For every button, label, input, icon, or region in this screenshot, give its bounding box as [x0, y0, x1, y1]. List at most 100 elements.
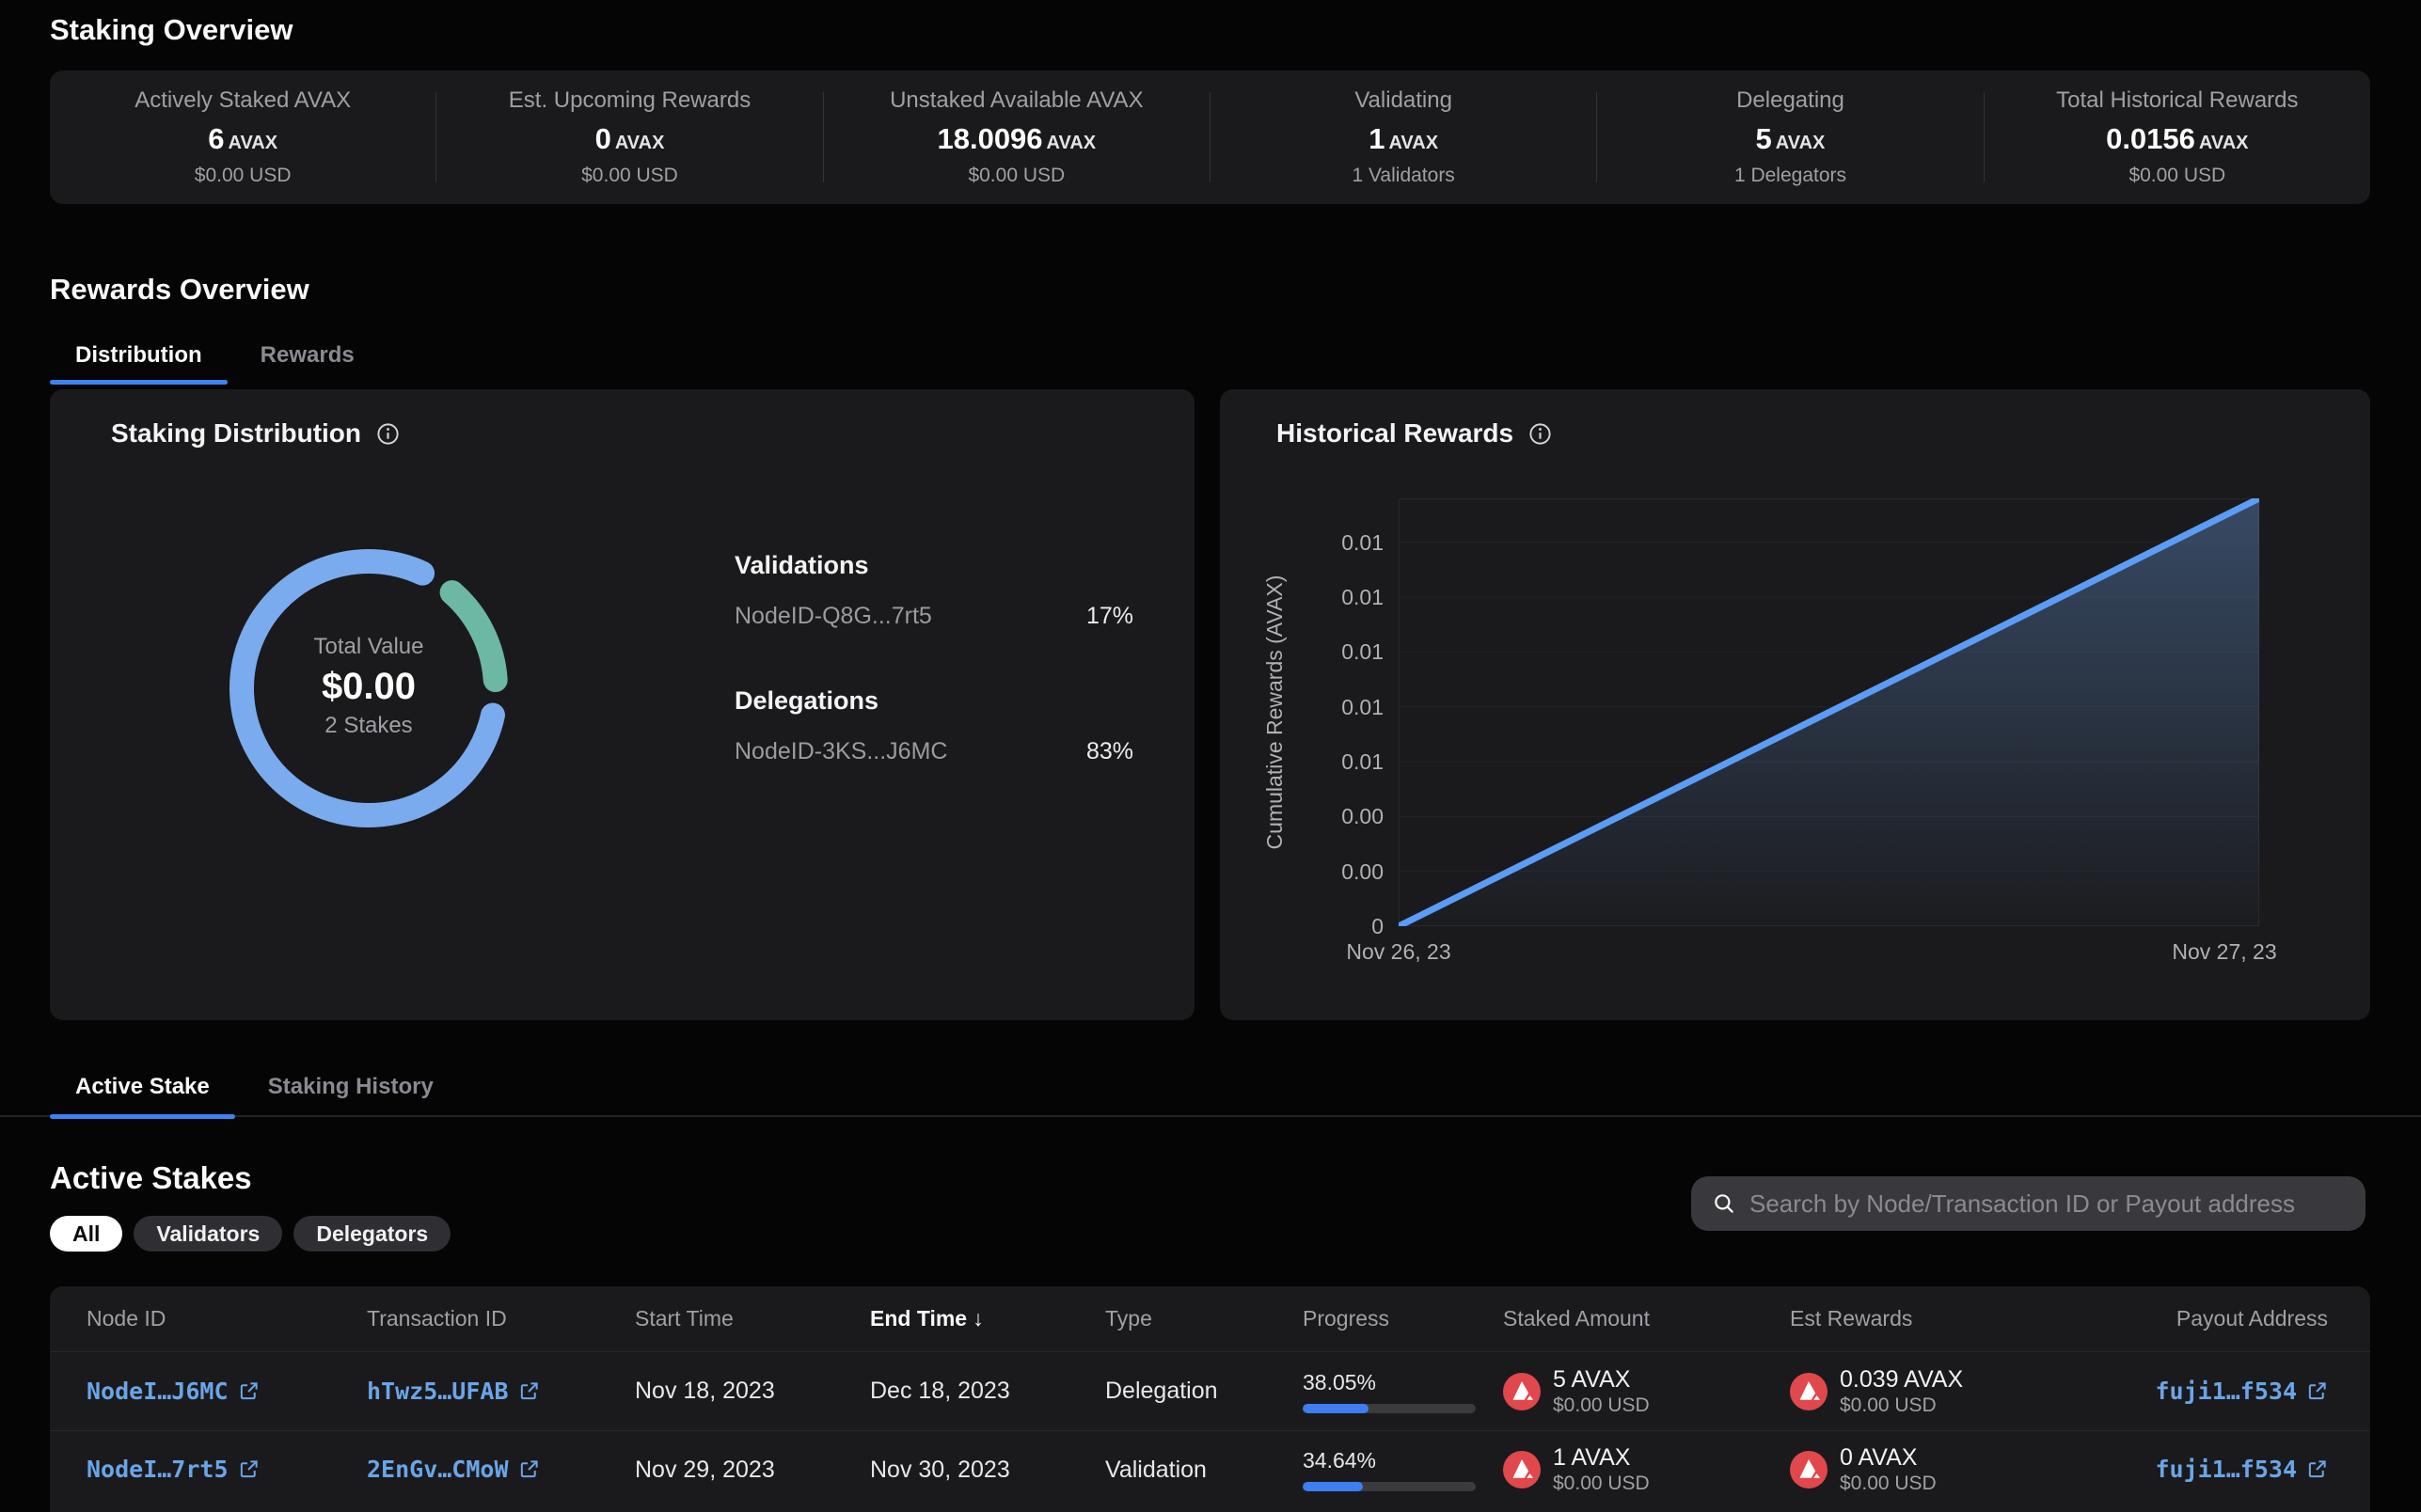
x-axis-label-start: Nov 26, 23	[1319, 939, 1479, 965]
col-transaction-id: Transaction ID	[367, 1306, 635, 1331]
payout-address-link[interactable]: fuji1…f534	[2155, 1456, 2328, 1483]
col-payout-address: Payout Address	[2072, 1306, 2328, 1331]
stat-value: 0.0156AVAX	[2106, 122, 2248, 156]
progress-cell: 38.05%	[1303, 1370, 1503, 1413]
sort-descending-icon: ↓	[973, 1306, 984, 1331]
tab-distribution-label: Distribution	[75, 342, 202, 368]
node-id-link[interactable]: NodeI…J6MC	[87, 1378, 260, 1405]
est-rewards-cell: 0 AVAX$0.00 USD	[1790, 1443, 2072, 1496]
stat-sub: $0.00 USD	[2128, 165, 2225, 187]
col-type: Type	[1105, 1306, 1303, 1331]
col-node-id: Node ID	[87, 1306, 367, 1331]
tab-staking-history-label: Staking History	[268, 1074, 434, 1099]
stat-historical-rewards: Total Historical Rewards 0.0156AVAX $0.0…	[1985, 87, 2370, 187]
progress-cell: 34.64%	[1303, 1448, 1503, 1491]
y-tick-label: 0.01	[1224, 695, 1384, 719]
stat-value: 18.0096AVAX	[937, 122, 1096, 156]
staking-distribution-title: Staking Distribution	[111, 418, 401, 449]
table-header-row: Node ID Transaction ID Start Time End Ti…	[50, 1286, 2370, 1352]
payout-address-link[interactable]: fuji1…f534	[2155, 1378, 2328, 1405]
col-end-time-sorted[interactable]: End Time↓	[870, 1306, 1105, 1331]
est-rewards-cell: 0.039 AVAX$0.00 USD	[1790, 1365, 2072, 1418]
end-time: Nov 30, 2023	[870, 1457, 1105, 1484]
legend-delegations-node: NodeID-3KS...J6MC	[735, 738, 947, 765]
start-time: Nov 18, 2023	[635, 1378, 870, 1405]
tab-distribution[interactable]: Distribution	[50, 337, 228, 385]
stake-filters: All Validators Delegators	[50, 1216, 451, 1252]
staking-dashboard: { "staking_overview": { "title": "Stakin…	[0, 0, 2421, 1510]
filter-delegators[interactable]: Delegators	[293, 1216, 451, 1252]
search-input[interactable]	[1749, 1189, 2345, 1219]
y-tick-label: 0.01	[1224, 749, 1384, 774]
legend-validations-heading: Validations	[735, 551, 1133, 580]
historical-rewards-line-chart	[1399, 498, 2259, 926]
tab-rewards[interactable]: Rewards	[235, 337, 380, 385]
staking-overview-title: Staking Overview	[50, 13, 293, 47]
y-axis-ticks: 00.000.000.010.010.010.010.01	[1220, 498, 1384, 926]
x-axis-label-end: Nov 27, 23	[2144, 939, 2304, 965]
search-bar	[1691, 1176, 2366, 1231]
external-link-icon	[2306, 1458, 2328, 1480]
col-progress: Progress	[1303, 1306, 1503, 1331]
stat-unstaked-available: Unstaked Available AVAX 18.0096AVAX $0.0…	[824, 87, 1210, 187]
active-stakes-heading: Active Stakes	[50, 1160, 252, 1196]
start-time: Nov 29, 2023	[635, 1457, 870, 1484]
search-icon	[1712, 1191, 1736, 1216]
stat-value: 6AVAX	[208, 122, 277, 156]
col-staked-amount: Staked Amount	[1503, 1306, 1790, 1331]
external-link-icon	[238, 1380, 260, 1402]
col-start-time: Start Time	[635, 1306, 870, 1331]
historical-rewards-panel: Historical Rewards Cumulative Rewards (A…	[1220, 389, 2370, 1020]
progress-bar	[1303, 1404, 1476, 1413]
donut-total-value-label: Total Value	[228, 632, 510, 662]
stat-sub: $0.00 USD	[968, 165, 1065, 187]
progress-percent: 34.64%	[1303, 1448, 1503, 1473]
distribution-legend: Validations NodeID-Q8G...7rt5 17% Delega…	[735, 551, 1133, 765]
historical-rewards-title: Historical Rewards	[1276, 418, 1553, 449]
legend-delegations-row: NodeID-3KS...J6MC 83%	[735, 738, 1133, 765]
stakes-tabs: Active Stake Staking History	[0, 1068, 2421, 1117]
stat-value: 1AVAX	[1369, 122, 1438, 156]
progress-percent: 38.05%	[1303, 1370, 1503, 1395]
stat-upcoming-rewards: Est. Upcoming Rewards 0AVAX $0.00 USD	[436, 87, 822, 187]
y-tick-label: 0.00	[1224, 859, 1384, 884]
info-icon[interactable]	[375, 421, 401, 447]
y-tick-label: 0.00	[1224, 804, 1384, 828]
stake-type: Delegation	[1105, 1378, 1303, 1405]
tab-active-stake[interactable]: Active Stake	[50, 1068, 235, 1115]
external-link-icon	[518, 1458, 540, 1480]
legend-validations-pct: 17%	[1086, 603, 1133, 630]
tab-staking-history[interactable]: Staking History	[243, 1068, 459, 1115]
donut-center: Total Value $0.00 2 Stakes	[228, 632, 510, 741]
tab-rewards-label: Rewards	[261, 342, 355, 368]
active-tab-underline	[50, 380, 228, 385]
tab-active-stake-label: Active Stake	[75, 1074, 210, 1099]
end-time: Dec 18, 2023	[870, 1378, 1105, 1405]
filter-all[interactable]: All	[50, 1216, 122, 1252]
table-row: NodeI…J6MC hTwz5…UFAB Nov 18, 2023 Dec 1…	[50, 1352, 2370, 1430]
avax-token-icon	[1790, 1451, 1828, 1488]
legend-validations-row: NodeID-Q8G...7rt5 17%	[735, 603, 1133, 630]
avax-token-icon	[1503, 1373, 1541, 1410]
stat-sub: $0.00 USD	[581, 165, 678, 187]
filter-validators[interactable]: Validators	[134, 1216, 282, 1252]
info-icon[interactable]	[1527, 421, 1553, 447]
stat-label: Actively Staked AVAX	[134, 87, 351, 114]
stat-label: Delegating	[1736, 87, 1844, 114]
external-link-icon	[518, 1380, 540, 1402]
col-est-rewards: Est Rewards	[1790, 1306, 2072, 1331]
stat-label: Est. Upcoming Rewards	[509, 87, 751, 114]
external-link-icon	[2306, 1380, 2328, 1402]
donut-total-value: $0.00	[228, 662, 510, 711]
legend-delegations-heading: Delegations	[735, 686, 1133, 716]
table-row: NodeI…7rt5 2EnGv…CMoW Nov 29, 2023 Nov 3…	[50, 1430, 2370, 1508]
transaction-id-link[interactable]: hTwz5…UFAB	[367, 1378, 540, 1405]
legend-delegations-pct: 83%	[1086, 738, 1133, 765]
active-stakes-table: Node ID Transaction ID Start Time End Ti…	[50, 1286, 2370, 1512]
progress-bar	[1303, 1482, 1476, 1491]
transaction-id-link[interactable]: 2EnGv…CMoW	[367, 1456, 540, 1483]
stat-sub: 1 Delegators	[1734, 165, 1846, 187]
stat-label: Validating	[1354, 87, 1452, 114]
node-id-link[interactable]: NodeI…7rt5	[87, 1456, 260, 1483]
rewards-overview-title: Rewards Overview	[50, 273, 309, 307]
